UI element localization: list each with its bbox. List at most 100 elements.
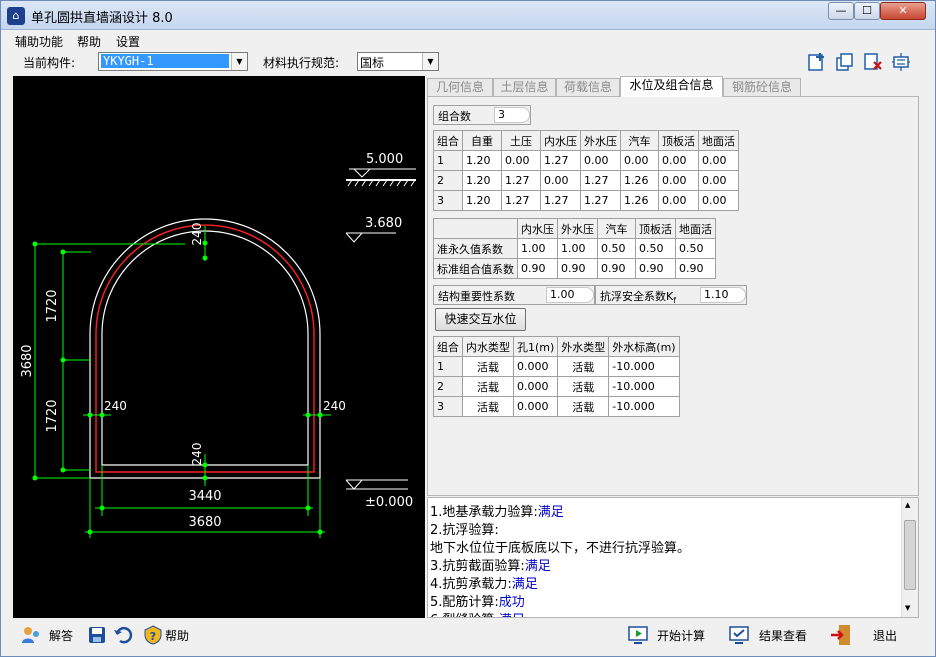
table-cell[interactable]: 活载 — [462, 376, 514, 397]
table-cell[interactable]: 0.90 — [635, 258, 676, 279]
start-calc-icon[interactable] — [628, 625, 648, 645]
table-cell[interactable]: 0.90 — [597, 258, 636, 279]
dim-upper: 1720 — [45, 289, 60, 322]
tab-water-combo[interactable]: 水位及组合信息 — [620, 76, 723, 97]
table-cell[interactable]: 0.000 — [512, 396, 559, 417]
thickness-right-label: 240 — [323, 399, 346, 413]
scroll-up-icon[interactable]: ▲ — [905, 501, 910, 509]
maximize-button[interactable]: ☐ — [854, 2, 880, 20]
table-cell[interactable]: 活载 — [462, 396, 514, 417]
table-cell[interactable]: 0.00 — [501, 150, 541, 171]
table-cell[interactable]: 0.50 — [635, 238, 676, 259]
results-panel[interactable]: 1.地基承载力验算:满足 2.抗浮验算: 地下水位位于底板底以下，不进行抗浮验算。… — [427, 497, 919, 618]
row-header-cell: 准永久值系数 — [433, 238, 518, 259]
table-cell[interactable]: 活载 — [462, 356, 514, 377]
table-cell[interactable]: 1.27 — [540, 150, 581, 171]
table-cell[interactable]: 0.00 — [698, 150, 739, 171]
member-settings-icon[interactable] — [891, 52, 911, 72]
tab-geometry[interactable]: 几何信息 — [427, 78, 493, 97]
section-drawing[interactable]: 5.000 3.680 ±0.000 3680 1720 1720 240 24… — [13, 76, 425, 618]
answer-icon[interactable] — [21, 625, 41, 645]
scroll-thumb[interactable] — [904, 520, 916, 590]
table-cell[interactable]: 1.27 — [501, 190, 541, 211]
table-cell[interactable]: 活载 — [557, 356, 610, 377]
table-cell[interactable]: -10.000 — [608, 396, 680, 417]
tab-load[interactable]: 荷载信息 — [556, 78, 620, 97]
view-results-icon[interactable] — [729, 625, 749, 645]
table-cell[interactable]: 0.90 — [557, 258, 598, 279]
table-cell[interactable]: -10.000 — [608, 356, 680, 377]
delete-member-icon[interactable] — [863, 52, 883, 72]
table-cell[interactable]: 0.90 — [675, 258, 716, 279]
table-cell[interactable]: 1.26 — [620, 190, 659, 211]
result-line: 1.地基承载力验算:满足 — [430, 501, 564, 520]
table-cell[interactable]: 1.27 — [580, 170, 621, 191]
table-row: 标准组合值系数 0.90 0.90 0.90 0.90 0.90 — [433, 258, 716, 279]
table-cell[interactable]: 0.00 — [698, 190, 739, 211]
table-cell[interactable]: 0.000 — [512, 376, 559, 397]
results-scrollbar[interactable]: ▲ ▼ — [901, 498, 918, 617]
table-cell[interactable]: 0.00 — [580, 150, 621, 171]
save-icon[interactable] — [87, 625, 107, 645]
table-cell[interactable]: 1.27 — [540, 190, 581, 211]
table-cell[interactable]: 0.00 — [658, 190, 699, 211]
column-header: 组合 — [433, 336, 463, 357]
table-cell[interactable]: 1.20 — [462, 170, 502, 191]
tab-soil[interactable]: 土层信息 — [493, 78, 556, 97]
help-button[interactable]: 帮助 — [165, 625, 189, 647]
table-cell[interactable]: -10.000 — [608, 376, 680, 397]
current-member-select[interactable]: YKYGH-1 ▼ — [98, 52, 248, 71]
combo-count-field: 组合数 3 — [433, 105, 531, 125]
table-cell[interactable]: 0.00 — [658, 170, 699, 191]
table-cell[interactable]: 0.00 — [540, 170, 581, 191]
table-cell[interactable]: 0.90 — [517, 258, 558, 279]
combo-count-input[interactable]: 3 — [494, 107, 530, 123]
add-member-icon[interactable] — [807, 52, 827, 72]
view-results-button[interactable]: 结果查看 — [759, 625, 807, 647]
exit-icon[interactable] — [829, 623, 853, 647]
table-cell[interactable]: 活载 — [557, 376, 610, 397]
column-header: 土压 — [501, 130, 541, 151]
importance-label: 结构重要性系数 — [438, 290, 515, 303]
table-cell[interactable]: 1.26 — [620, 170, 659, 191]
table-cell[interactable]: 0.00 — [698, 170, 739, 191]
culvert-inner-outline — [101, 230, 309, 466]
material-spec-select[interactable]: 国标 ▼ — [357, 52, 439, 71]
help-icon[interactable]: ? — [143, 625, 163, 645]
result-line: 6.裂缝验算:满足 — [430, 609, 525, 617]
table-cell[interactable]: 1.20 — [462, 190, 502, 211]
table-cell[interactable]: 0.00 — [620, 150, 659, 171]
undo-icon[interactable] — [113, 625, 133, 645]
table-cell[interactable]: 1.27 — [501, 170, 541, 191]
table-cell[interactable]: 活载 — [557, 396, 610, 417]
answer-button[interactable]: 解答 — [49, 625, 73, 647]
table-cell[interactable]: 1.27 — [580, 190, 621, 211]
menu-help[interactable]: 帮助 — [77, 33, 101, 50]
tab-rebar[interactable]: 钢筋砼信息 — [723, 78, 801, 97]
table-cell[interactable]: 0.50 — [597, 238, 636, 259]
table-cell[interactable]: 0.00 — [658, 150, 699, 171]
table-cell[interactable]: 0.50 — [675, 238, 716, 259]
material-spec-label: 材料执行规范: — [263, 56, 340, 70]
menu-settings[interactable]: 设置 — [116, 33, 140, 50]
exit-button[interactable]: 退出 — [873, 625, 897, 647]
scroll-down-icon[interactable]: ▼ — [905, 604, 910, 612]
copy-member-icon[interactable] — [835, 52, 855, 72]
table-cell[interactable]: 1.20 — [462, 150, 502, 171]
elevation-marker-top: 5.000 — [346, 152, 416, 187]
start-calc-button[interactable]: 开始计算 — [657, 625, 705, 647]
importance-input[interactable]: 1.00 — [546, 287, 594, 303]
chevron-down-icon[interactable]: ▼ — [231, 53, 247, 70]
close-button[interactable]: ✕ — [880, 2, 926, 20]
table-cell[interactable]: 0.000 — [512, 356, 559, 377]
minimize-button[interactable]: — — [828, 2, 854, 20]
float-safety-input[interactable]: 1.10 — [700, 287, 746, 303]
menu-aux[interactable]: 辅助功能 — [15, 33, 63, 50]
table-cell[interactable]: 1.00 — [517, 238, 558, 259]
result-item-label: 地下水位位于底板底以下，不进行抗浮验算。 — [430, 541, 691, 556]
result-status: 满足 — [524, 559, 551, 574]
quick-water-level-button[interactable]: 快速交互水位 — [435, 308, 526, 331]
table-cell[interactable]: 1.00 — [557, 238, 598, 259]
chevron-down-icon[interactable]: ▼ — [422, 53, 438, 70]
title-bar[interactable]: ⌂ 单孔圆拱直墙涵设计 8.0 — ☐ ✕ — [1, 1, 935, 30]
